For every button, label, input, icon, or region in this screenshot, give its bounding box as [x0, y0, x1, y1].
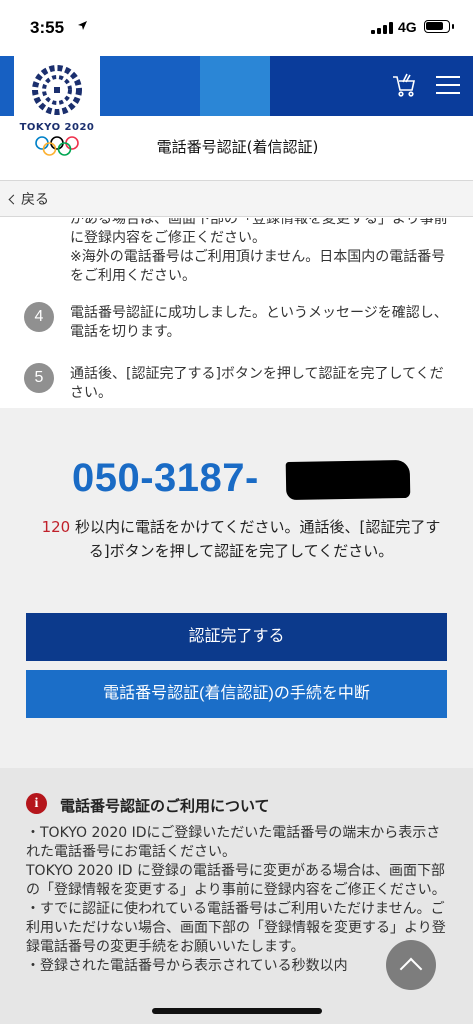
countdown-seconds: 120	[41, 518, 71, 536]
home-indicator	[152, 1008, 322, 1014]
location-arrow-icon	[77, 20, 88, 34]
notice-title: 電話番号認証のご利用について	[60, 797, 270, 815]
network-type: 4G	[398, 19, 417, 35]
step-continued-text: がある場合は、画面下部の「登録情報を変更する」より事前に登録内容をご修正ください…	[70, 218, 448, 284]
instruction-text: 秒以内に電話をかけてください。通話後、[認証完了する]ボタンを押して認証を完了し…	[70, 518, 441, 560]
step-text: 電話番号認証に成功しました。というメッセージを確認し、電話を切ります。	[70, 305, 448, 340]
info-icon: i	[26, 793, 47, 814]
cellular-signal-icon	[371, 22, 393, 34]
redaction-mark	[285, 459, 411, 501]
step-number: 4	[24, 302, 54, 332]
status-bar: 3:55 4G	[0, 0, 473, 56]
complete-verification-button[interactable]: 認証完了する	[26, 613, 447, 661]
status-time: 3:55	[30, 18, 65, 37]
notice-body: ・TOKYO 2020 IDにご登録いただいた電話番号の端末から表示された電話番…	[26, 825, 446, 974]
chevron-left-icon	[8, 194, 19, 205]
back-link[interactable]: 戻る	[8, 189, 49, 209]
arrow-up-icon	[399, 957, 423, 981]
steps-list: がある場合は、画面下部の「登録情報を変更する」より事前に登録内容をご修正ください…	[0, 218, 473, 408]
hamburger-menu-icon[interactable]	[436, 76, 460, 96]
back-label: 戻る	[21, 192, 49, 208]
logo-text: TOKYO 2020	[19, 122, 95, 133]
step-number: 5	[24, 363, 54, 393]
back-bar	[0, 181, 473, 217]
step-text: 通話後、[認証完了する]ボタンを押して認証を完了してください。	[70, 366, 444, 401]
battery-icon	[424, 20, 454, 33]
page-title: 電話番号認証(着信認証)	[156, 138, 319, 156]
call-instruction: 120 秒以内に電話をかけてください。通話後、[認証完了する]ボタンを押して認証…	[36, 515, 446, 563]
abort-verification-button[interactable]: 電話番号認証(着信認証)の手続を中断	[26, 670, 447, 718]
phone-number: 050-3187-	[72, 456, 259, 500]
cart-icon[interactable]	[390, 71, 418, 99]
scroll-to-top-button[interactable]	[386, 940, 436, 990]
emblem-icon	[32, 65, 82, 115]
